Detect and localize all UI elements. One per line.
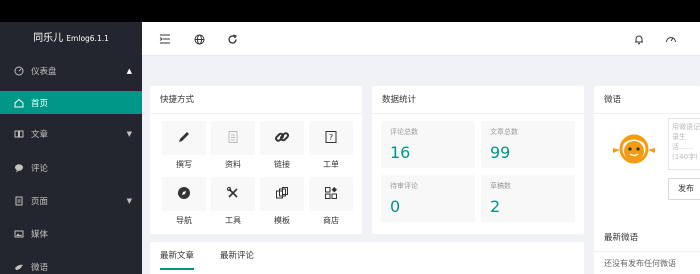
globe-icon[interactable]: [192, 32, 206, 46]
latest-weiyu-card: 最新微语 还没有发布任何微语: [594, 224, 700, 274]
card-title: 数据统计: [372, 86, 584, 114]
write-label: 撰写: [176, 160, 192, 169]
home-icon: [12, 98, 26, 108]
pen-icon: [177, 130, 191, 147]
stat-value: 2: [490, 197, 501, 216]
tab-latest-comments[interactable]: 最新评论: [220, 242, 254, 270]
ticket-label: 工单: [323, 160, 339, 169]
stat-value: 99: [490, 143, 511, 162]
stat-label: 文章总数: [490, 128, 518, 136]
brand[interactable]: 同乐儿 Emlog6.1.1: [0, 22, 142, 56]
write-button[interactable]: [162, 121, 206, 155]
sidebar-item-label: 仪表盘: [31, 66, 57, 77]
app-frame: 同乐儿 Emlog6.1.1 仪表盘 ▲ 首页 文章 ▼ 评论 页面 ▼ 媒体 …: [0, 22, 700, 274]
weiyu-input[interactable]: 用微语记录生活……(140字): [668, 118, 700, 170]
refresh-icon[interactable]: [225, 32, 239, 46]
card-title: 快捷方式: [150, 86, 362, 114]
dashboard-icon: [12, 66, 26, 76]
stat-drafts[interactable]: 草稿数 2: [481, 175, 575, 222]
ticket-button[interactable]: ?: [309, 121, 353, 155]
tools-icon: [226, 186, 240, 203]
empty-message: 还没有发布任何微语: [604, 259, 676, 268]
sidebar-item-comments[interactable]: 评论: [0, 156, 142, 179]
profile-label: 资料: [225, 160, 241, 169]
link-label: 链接: [274, 160, 290, 169]
link-button[interactable]: [260, 121, 304, 155]
brand-name: 同乐儿: [33, 33, 64, 44]
page-icon: [12, 196, 26, 206]
publish-button[interactable]: 发布: [668, 178, 700, 200]
caret-down-icon: ▼: [126, 196, 132, 205]
sidebar-item-label: 页面: [31, 196, 49, 207]
template-label: 模板: [274, 216, 290, 225]
weiyu-card: 微语 用微语记录生活……(140字) 发布: [594, 86, 700, 232]
stat-total-articles[interactable]: 文章总数 99: [481, 121, 575, 168]
stat-label: 评论总数: [390, 128, 418, 136]
stats-card: 数据统计 评论总数 16 文章总数 99 待审评论 0 草稿数 2: [372, 86, 584, 234]
media-icon: [12, 229, 26, 239]
menu-fold-icon[interactable]: [158, 32, 172, 46]
gauge-icon[interactable]: [664, 32, 678, 46]
template-button[interactable]: [260, 177, 304, 211]
tools-button[interactable]: [211, 177, 255, 211]
bell-icon[interactable]: [632, 32, 646, 46]
template-icon: [275, 186, 289, 203]
link-icon: [274, 129, 290, 148]
sidebar-item-media[interactable]: 媒体: [0, 222, 142, 245]
avatar: [610, 130, 658, 171]
navigation-label: 导航: [176, 216, 192, 225]
stat-label: 草稿数: [490, 182, 511, 190]
sidebar-item-label: 微语: [31, 262, 49, 273]
profile-button[interactable]: [211, 121, 255, 155]
latest-tabs-card: 最新文章 最新评论: [150, 242, 584, 274]
sidebar-item-home[interactable]: 首页: [0, 91, 142, 114]
sidebar-item-articles[interactable]: 文章 ▼: [0, 122, 142, 145]
article-icon: [12, 129, 26, 139]
card-title: 微语: [594, 86, 700, 114]
stat-value: 16: [390, 143, 411, 162]
sidebar-item-label: 媒体: [31, 229, 49, 240]
store-button[interactable]: [309, 177, 353, 211]
navigation-button[interactable]: [162, 177, 206, 211]
sidebar-item-pages[interactable]: 页面 ▼: [0, 189, 142, 212]
stat-total-comments[interactable]: 评论总数 16: [381, 121, 475, 168]
compass-icon: [177, 186, 191, 203]
top-bar: [142, 22, 700, 56]
sidebar-item-label: 评论: [31, 163, 49, 174]
stat-label: 待审评论: [390, 182, 418, 190]
card-title: 最新微语: [594, 224, 700, 252]
quick-shortcuts-card: 快捷方式 撰写 资料 链接 ? 工单 导航 工具 模板 商店: [150, 86, 362, 234]
stat-value: 0: [390, 197, 401, 216]
caret-down-icon: ▼: [126, 129, 132, 138]
brand-version: Emlog6.1.1: [66, 34, 109, 43]
store-icon: [324, 186, 338, 203]
twitter-icon: [12, 262, 26, 272]
ticket-icon: ?: [324, 130, 338, 147]
sidebar: 同乐儿 Emlog6.1.1 仪表盘 ▲ 首页 文章 ▼ 评论 页面 ▼ 媒体 …: [0, 22, 142, 274]
store-label: 商店: [323, 216, 339, 225]
tools-label: 工具: [225, 216, 241, 225]
sidebar-item-label: 首页: [31, 98, 49, 109]
document-icon: [226, 130, 240, 147]
caret-up-icon: ▲: [126, 66, 132, 75]
sidebar-item-label: 文章: [31, 129, 49, 140]
sidebar-item-dashboard[interactable]: 仪表盘 ▲: [0, 59, 142, 82]
tab-latest-articles[interactable]: 最新文章: [160, 242, 195, 270]
svg-text:?: ?: [329, 133, 333, 142]
sidebar-item-twitter[interactable]: 微语: [0, 255, 142, 274]
comment-icon: [12, 163, 26, 173]
stat-pending-comments[interactable]: 待审评论 0: [381, 175, 475, 222]
